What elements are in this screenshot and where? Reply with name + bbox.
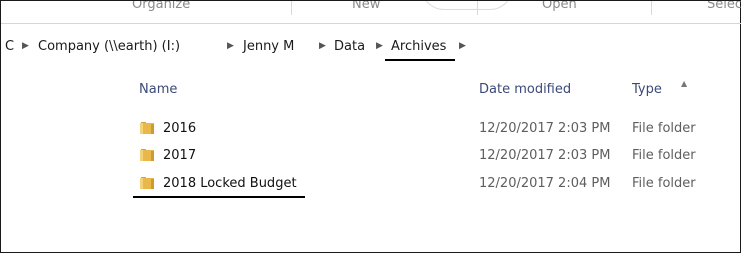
file-name: 2017: [163, 148, 197, 163]
file-name: 2018 Locked Budget: [163, 176, 297, 191]
file-date-modified: 12/20/2017 2:03 PM: [479, 121, 611, 136]
column-header-date-modified[interactable]: Date modified: [479, 82, 571, 97]
ribbon-group-new: New: [352, 1, 381, 12]
breadcrumb-item-data[interactable]: Data: [334, 39, 365, 54]
chevron-right-icon[interactable]: ▶: [376, 41, 383, 51]
file-date-modified: 12/20/2017 2:03 PM: [479, 148, 611, 163]
sort-up-icon: ▲: [681, 79, 688, 88]
file-type: File folder: [632, 121, 696, 136]
list-item[interactable]: 2016 12/20/2017 2:03 PM File folder: [1, 119, 741, 141]
ribbon-group-select: Selec: [707, 1, 741, 12]
breadcrumb-item-c[interactable]: C: [5, 39, 14, 54]
file-type: File folder: [632, 148, 696, 163]
folder-icon: [140, 122, 154, 134]
folder-icon: [140, 177, 154, 189]
locked-budget-highlight-underline: [133, 196, 305, 198]
ribbon-group-labels: Organize New Open Selec: [1, 1, 741, 24]
file-date-modified: 12/20/2017 2:04 PM: [479, 176, 611, 191]
folder-icon: [140, 149, 154, 161]
chevron-right-icon[interactable]: ▶: [22, 41, 29, 51]
breadcrumb-item-jenny-m[interactable]: Jenny M: [243, 39, 294, 54]
breadcrumb[interactable]: C ▶ Company (\\earth) (I:) ▶ Jenny M ▶ D…: [1, 36, 741, 60]
chevron-right-icon[interactable]: ▶: [319, 41, 326, 51]
list-item[interactable]: 2018 Locked Budget 12/20/2017 2:04 PM Fi…: [1, 174, 741, 196]
chevron-right-icon[interactable]: ▶: [227, 41, 234, 51]
chevron-right-icon[interactable]: ▶: [459, 41, 466, 51]
ribbon-group-open: Open: [542, 1, 577, 12]
ribbon-group-organize: Organize: [132, 1, 191, 12]
breadcrumb-item-company[interactable]: Company (\\earth) (I:): [38, 39, 180, 54]
breadcrumb-item-archives[interactable]: Archives: [391, 39, 446, 54]
list-item[interactable]: 2017 12/20/2017 2:03 PM File folder: [1, 146, 741, 168]
archives-highlight-underline: [385, 59, 455, 61]
column-header-name[interactable]: Name: [139, 82, 177, 97]
ribbon-decoration: [421, 1, 513, 10]
file-type: File folder: [632, 176, 696, 191]
ribbon-separator: [651, 1, 652, 15]
file-name: 2016: [163, 121, 197, 136]
ribbon-separator: [291, 1, 292, 15]
column-header-type[interactable]: Type: [632, 82, 662, 97]
